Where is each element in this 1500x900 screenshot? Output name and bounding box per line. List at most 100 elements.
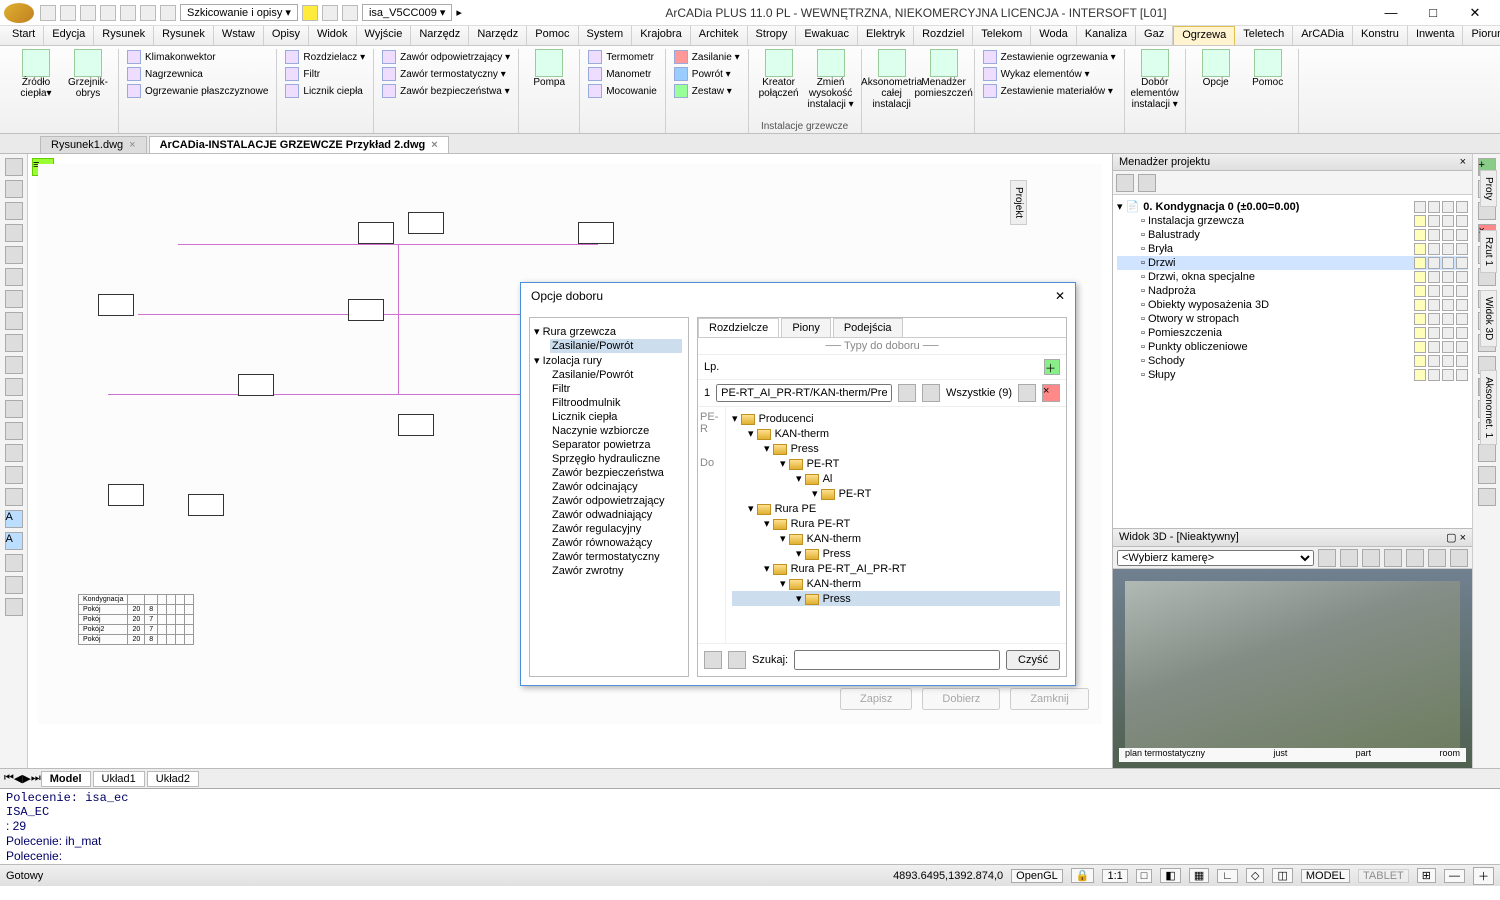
cat-item[interactable]: Zawór odcinający [550,480,682,494]
heater-button[interactable]: Nagrzewnica [125,66,270,82]
qat-sun-icon[interactable] [322,5,338,21]
set-button[interactable]: Zestaw ▾ [672,83,742,99]
row-ico3-icon[interactable] [1018,384,1036,402]
tree-node[interactable]: ▾ KAN-therm [732,576,1060,591]
side-handle-aksonomet[interactable]: Aksonomet. 1 [1480,370,1497,445]
block-tool-icon[interactable] [5,400,23,418]
menu-wyjście[interactable]: Wyjście [357,26,412,45]
tree-node[interactable]: ▾ PE-RT [732,486,1060,501]
tree-node[interactable]: ▾ Producenci [732,411,1060,426]
air-vent-valve-button[interactable]: Zawór odpowietrzający ▾ [380,49,512,65]
status-ico5-icon[interactable]: ◇ [1246,868,1264,883]
pm-item[interactable]: ▫ Obiekty wyposażenia 3D [1117,298,1468,312]
menu-ewakuac[interactable]: Ewakuac [796,26,858,45]
pan-tool-icon[interactable] [5,576,23,594]
cat-item[interactable]: Filtr [550,382,682,396]
menu-konstru[interactable]: Konstru [1353,26,1408,45]
axonometry-button[interactable]: Aksonometria całej instalacji [868,49,916,110]
qat-print-icon[interactable] [100,5,116,21]
menu-opisy[interactable]: Opisy [264,26,309,45]
search-input[interactable] [794,650,1000,670]
pm-item[interactable]: ▫ Balustrady [1117,228,1468,242]
pm-item[interactable]: ▫ Pomieszczenia [1117,326,1468,340]
menu-rysunek[interactable]: Rysunek [94,26,154,45]
close-dialog-button[interactable]: Zamknij [1010,688,1089,710]
dialog-close-icon[interactable]: ✕ [1055,289,1065,303]
qat-new-icon[interactable] [40,5,56,21]
side-handle-projekt[interactable]: Projekt [1010,180,1027,225]
manometer-button[interactable]: Manometr [586,66,659,82]
polygon-tool-icon[interactable] [5,334,23,352]
qat-layers-icon[interactable] [342,5,358,21]
side-handle-proty[interactable]: Proty [1480,170,1497,207]
menu-arcadia[interactable]: ArCADia [1293,26,1353,45]
tree-node[interactable]: ▾ PE-RT [732,456,1060,471]
cat-item[interactable]: Zasilanie/Powrót [550,368,682,382]
v3d-tool7-icon[interactable] [1450,549,1468,567]
layout-tab[interactable]: Układ1 [93,771,145,787]
cat-item[interactable]: Licznik ciepła [550,410,682,424]
cat-rura-grzewcza[interactable]: Rura grzewcza [532,324,682,339]
menu-narzędz[interactable]: Narzędz [469,26,527,45]
status-lock-icon[interactable]: 🔒 [1071,868,1095,883]
menu-system[interactable]: System [579,26,633,45]
polyline-tool-icon[interactable] [5,180,23,198]
manifold-button[interactable]: Rozdzielacz ▾ [283,49,367,65]
pm-close-icon[interactable]: × [1460,156,1466,168]
tab-close-icon[interactable]: × [129,139,135,151]
v3d-tool2-icon[interactable] [1340,549,1358,567]
qat-mode-dropdown[interactable]: Szkicowanie i opisy ▾ [180,4,298,21]
fan-coil-button[interactable]: Klimakonwektor [125,49,270,65]
rt-tool14-icon[interactable] [1478,488,1496,506]
status-ico9-icon[interactable]: ＋ [1473,867,1494,885]
rt-tool12-icon[interactable] [1478,444,1496,462]
help-button[interactable]: Pomoc [1244,49,1292,88]
pm-item[interactable]: ▫ Schody [1117,354,1468,368]
status-scale-button[interactable]: 1:1 [1102,869,1127,883]
thermostatic-valve-button[interactable]: Zawór termostatyczny ▾ [380,66,512,82]
qat-sketch-icon[interactable] [160,5,176,21]
qat-undo-icon[interactable] [120,5,136,21]
menu-edycja[interactable]: Edycja [44,26,94,45]
menu-telekom[interactable]: Telekom [973,26,1031,45]
cat-item[interactable]: Naczynie wzbiorcze [550,424,682,438]
pm-item[interactable]: ▫ Nadproża [1117,284,1468,298]
tree-node[interactable]: ▾ Rura PE-RT_AI_PR-RT [732,561,1060,576]
status-model-button[interactable]: MODEL [1301,869,1350,883]
menu-wstaw[interactable]: Wstaw [214,26,264,45]
safety-valve-button[interactable]: Zawór bezpieczeństwa ▾ [380,83,512,99]
rt-tool13-icon[interactable] [1478,466,1496,484]
pm-item[interactable]: ▫ Punkty obliczeniowe [1117,340,1468,354]
material-summary-button[interactable]: Zestawienie materiałów ▾ [981,83,1118,99]
tree-node[interactable]: ▾ Press [732,546,1060,561]
pm-item[interactable]: ▫ Drzwi, okna specjalne [1117,270,1468,284]
side-handle-rzut[interactable]: Rzut 1 [1480,230,1497,273]
trace-tool-icon[interactable] [5,466,23,484]
heat-source-button[interactable]: Źródło ciepła▾ [12,49,60,99]
cat-item[interactable]: Zawór bezpieczeństwa [550,466,682,480]
menu-gaz[interactable]: Gaz [1136,26,1173,45]
curve-tool-icon[interactable] [5,290,23,308]
room-manager-button[interactable]: Menadżer pomieszczeń [920,49,968,110]
ellipse-tool-icon[interactable] [5,268,23,286]
menu-architek[interactable]: Architek [691,26,748,45]
status-ico6-icon[interactable]: ◫ [1272,868,1292,883]
search-opt2-icon[interactable] [728,651,746,669]
command-line[interactable]: Polecenie: isa_ecISA_EC: 29Polecenie: ih… [0,788,1500,864]
thermometer-button[interactable]: Termometr [586,49,659,65]
spline-tool-icon[interactable] [5,224,23,242]
heat-meter-button[interactable]: Licznik ciepła [283,83,367,99]
pm-item[interactable]: ▫ Otwory w stropach [1117,312,1468,326]
status-ico7-icon[interactable]: ⊞ [1417,868,1436,883]
status-ico3-icon[interactable]: ▦ [1189,868,1209,883]
v3d-tool4-icon[interactable] [1384,549,1402,567]
doc-tab[interactable]: Rysunek1.dwg× [40,136,147,153]
tab-close-icon[interactable]: × [431,139,437,151]
layout-prev-icon[interactable]: ◀ [14,772,22,785]
menu-inwenta[interactable]: Inwenta [1408,26,1464,45]
qat-bulb-icon[interactable] [302,5,318,21]
dialog-tab[interactable]: Podejścia [833,318,903,337]
layout-first-icon[interactable]: ⏮ [4,772,14,785]
cat-item[interactable]: Zawór odpowietrzający [550,494,682,508]
return-button[interactable]: Powrót ▾ [672,66,742,82]
